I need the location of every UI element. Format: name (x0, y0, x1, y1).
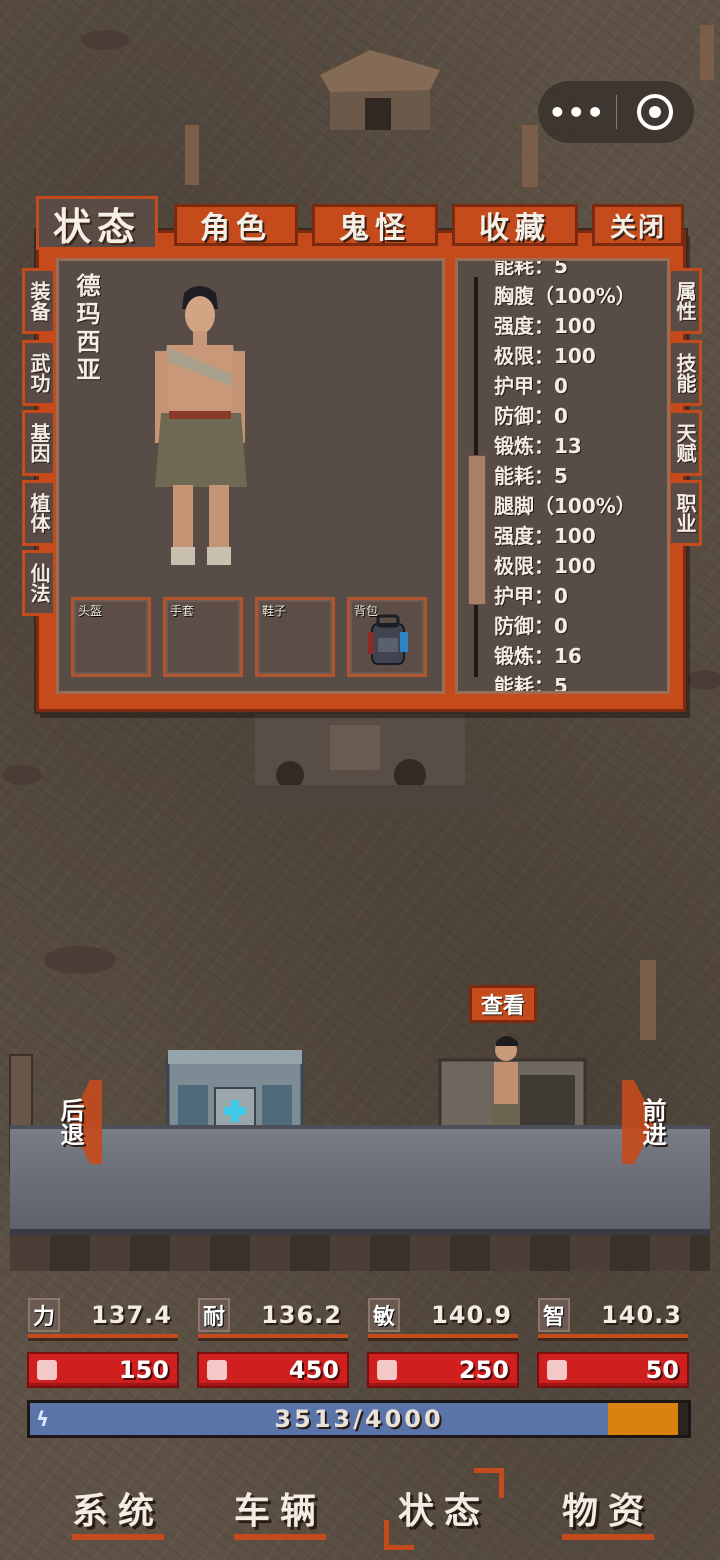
attr-strength: 力 137.4 (28, 1296, 178, 1338)
stat-section-chest: 胸腹（100%） (494, 284, 636, 308)
side-tab-skills[interactable]: 技能 (668, 340, 702, 406)
nav-active-corner (384, 1520, 414, 1550)
side-tab-martial-arts[interactable]: 武功 (22, 340, 56, 406)
tab-character[interactable]: 角色 (174, 204, 298, 246)
nav-vehicle[interactable]: 车辆 (234, 1480, 327, 1540)
attr-key: 耐 (198, 1298, 230, 1332)
resource-hand: 150 (27, 1352, 179, 1388)
attr-key: 智 (538, 1298, 570, 1332)
character-equipment-box: 德玛西亚 头盔 手套 鞋子 背包 (56, 258, 445, 694)
stat-line: 锻炼：16 (494, 644, 582, 668)
back-label: 后退 (56, 1098, 84, 1146)
stat-line: 极限：100 (494, 344, 596, 368)
stat-line: 极限：100 (494, 554, 596, 578)
stat-line: 强度：100 (494, 524, 596, 548)
attr-endurance: 耐 136.2 (198, 1296, 348, 1338)
stat-line: 护甲：0 (494, 374, 568, 398)
forward-label: 前进 (638, 1098, 666, 1146)
miniprogram-capsule: ••• (537, 80, 695, 144)
resource-body: 450 (197, 1352, 349, 1388)
stat-line: 防御：0 (494, 614, 568, 638)
attr-value: 140.3 (601, 1301, 682, 1329)
vehicle-wreck (240, 700, 490, 810)
attr-value: 136.2 (261, 1301, 342, 1329)
character-portrait (155, 286, 247, 565)
character-name: 德玛西亚 (72, 273, 100, 385)
view-button[interactable]: 查看 (469, 985, 537, 1023)
nav-underline (562, 1534, 654, 1540)
tab-close[interactable]: 关闭 (592, 204, 684, 246)
side-tab-immortal-arts[interactable]: 仙法 (22, 550, 56, 616)
attr-key: 敏 (368, 1298, 400, 1332)
nav-supplies-label: 物资 (562, 1491, 655, 1532)
ruined-hut-top (320, 50, 440, 130)
resource-feet: 250 (367, 1352, 519, 1388)
slot-helmet[interactable]: 头盔 (71, 597, 151, 677)
body-stats-box[interactable]: 能耗：5 胸腹（100%） 强度：100 极限：100 护甲：0 防御：0 锻炼… (455, 258, 670, 694)
hand-icon (37, 1360, 57, 1380)
shirt-icon (207, 1360, 227, 1380)
forward-button[interactable]: 前进 (622, 1078, 684, 1166)
nav-system-label: 系统 (72, 1491, 165, 1532)
attr-value: 140.9 (431, 1301, 512, 1329)
body-stats-list: 能耗：5 胸腹（100%） 强度：100 极限：100 护甲：0 防御：0 锻炼… (494, 258, 667, 694)
slot-helmet-label: 头盔 (78, 604, 103, 618)
attr-value: 137.4 (91, 1301, 172, 1329)
slot-backpack[interactable]: 背包 (347, 597, 427, 677)
attr-key: 力 (28, 1298, 60, 1332)
nav-supplies[interactable]: 物资 (562, 1480, 655, 1540)
resource-value: 50 (645, 1356, 679, 1384)
resource-value: 150 (118, 1356, 169, 1384)
tab-status[interactable]: 状态 (36, 196, 158, 250)
more-menu-icon[interactable]: ••• (538, 96, 616, 129)
nav-system[interactable]: 系统 (72, 1480, 165, 1540)
energy-bar: ϟ 3513/4000 (27, 1400, 691, 1438)
nav-active-corner (474, 1468, 504, 1498)
road-underside (10, 1235, 710, 1271)
tab-ghosts[interactable]: 鬼怪 (312, 204, 438, 246)
energy-text: 3513/4000 (274, 1405, 444, 1433)
boot-icon (377, 1360, 397, 1380)
back-button[interactable]: 后退 (40, 1078, 102, 1166)
tab-collection[interactable]: 收藏 (452, 204, 578, 246)
stat-line: 锻炼：13 (494, 434, 582, 458)
side-tab-implants[interactable]: 植体 (22, 480, 56, 546)
stat-line: 防御：0 (494, 404, 568, 428)
nav-status[interactable]: 状态 (384, 1468, 504, 1550)
stat-line: 能耗：5 (494, 464, 568, 488)
nav-underline (72, 1534, 164, 1540)
resource-head: 50 (537, 1352, 689, 1388)
slot-shoes-label: 鞋子 (262, 604, 287, 618)
slot-gloves-label: 手套 (170, 604, 195, 618)
road (10, 1125, 710, 1235)
side-tab-talents[interactable]: 天赋 (668, 410, 702, 476)
stat-line: 能耗：5 (494, 258, 568, 278)
slot-shoes[interactable]: 鞋子 (255, 597, 335, 677)
slot-gloves[interactable]: 手套 (163, 597, 243, 677)
helmet-icon (547, 1360, 567, 1380)
side-tab-equipment[interactable]: 装备 (22, 268, 56, 334)
stat-line: 强度：100 (494, 314, 596, 338)
resource-value: 250 (458, 1356, 509, 1384)
panel-tab-bar: 状态 角色 鬼怪 收藏 关闭 (36, 196, 686, 252)
nav-vehicle-label: 车辆 (234, 1491, 327, 1532)
stats-scrollbar-thumb[interactable] (468, 455, 486, 605)
side-tab-profession[interactable]: 职业 (668, 480, 702, 546)
stat-line: 护甲：0 (494, 584, 568, 608)
backpack-icon (368, 614, 408, 665)
side-tab-genes[interactable]: 基因 (22, 410, 56, 476)
side-tab-attributes[interactable]: 属性 (668, 268, 702, 334)
target-close-icon (637, 94, 674, 130)
nav-underline (234, 1534, 326, 1540)
resource-value: 450 (288, 1356, 339, 1384)
stat-line: 能耗：5 (494, 674, 568, 694)
attr-agility: 敏 140.9 (368, 1296, 518, 1338)
close-miniprogram-button[interactable] (617, 94, 695, 130)
attr-intelligence: 智 140.3 (538, 1296, 688, 1338)
stat-section-legs: 腿脚（100%） (494, 494, 636, 518)
